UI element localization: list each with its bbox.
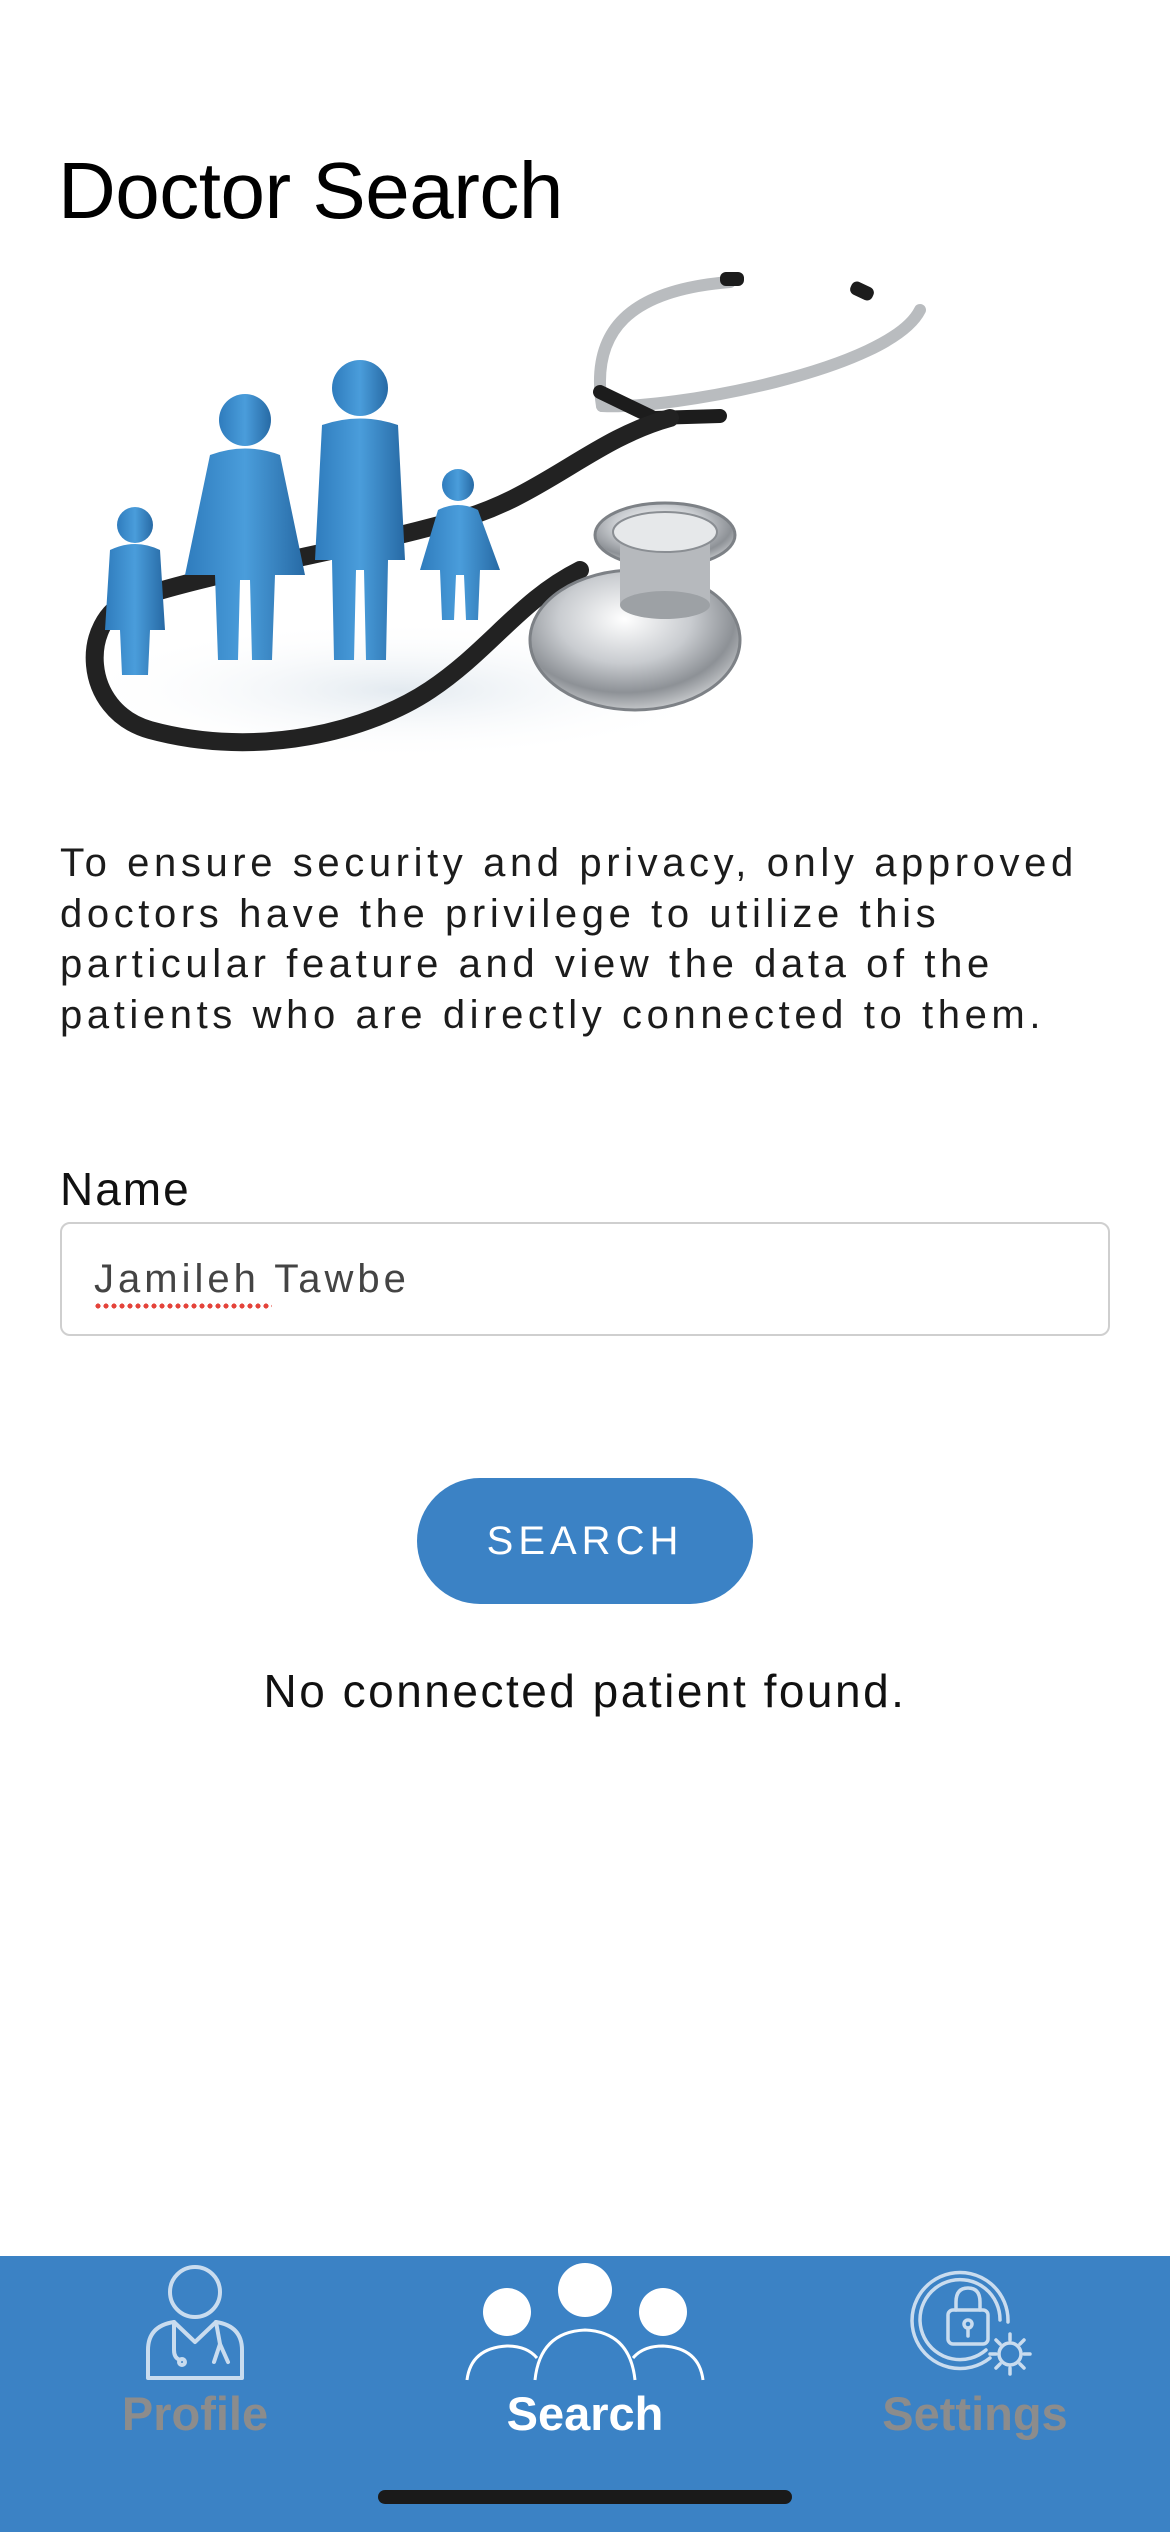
people-group-icon — [465, 2263, 705, 2381]
tab-profile[interactable]: Profile — [0, 2256, 390, 2466]
home-indicator[interactable] — [378, 2490, 792, 2504]
name-input[interactable] — [60, 1222, 1110, 1336]
search-button[interactable]: SEARCH — [417, 1478, 753, 1604]
doctor-search-screen: Doctor Search To ensure security and pri… — [0, 0, 1170, 2532]
woman-figure — [185, 394, 305, 660]
lock-gear-icon — [910, 2270, 1032, 2376]
privacy-notice: To ensure security and privacy, only app… — [60, 841, 1078, 1037]
name-field-label: Name — [60, 1163, 191, 1215]
page-title: Doctor Search — [58, 146, 563, 235]
tab-profile-label: Profile — [121, 2387, 269, 2440]
doctor-icon — [146, 2265, 244, 2380]
tab-search-label: Search — [506, 2387, 664, 2440]
search-status-message: No connected patient found. — [263, 1665, 907, 1717]
man-figure — [315, 360, 405, 660]
tab-settings-label: Settings — [882, 2387, 1068, 2440]
tab-search[interactable]: Search — [390, 2256, 780, 2466]
family-stethoscope-illustration — [70, 272, 926, 760]
child-figure-right — [420, 469, 500, 620]
spellcheck-underline — [94, 1302, 272, 1310]
tab-settings[interactable]: Settings — [780, 2256, 1170, 2466]
